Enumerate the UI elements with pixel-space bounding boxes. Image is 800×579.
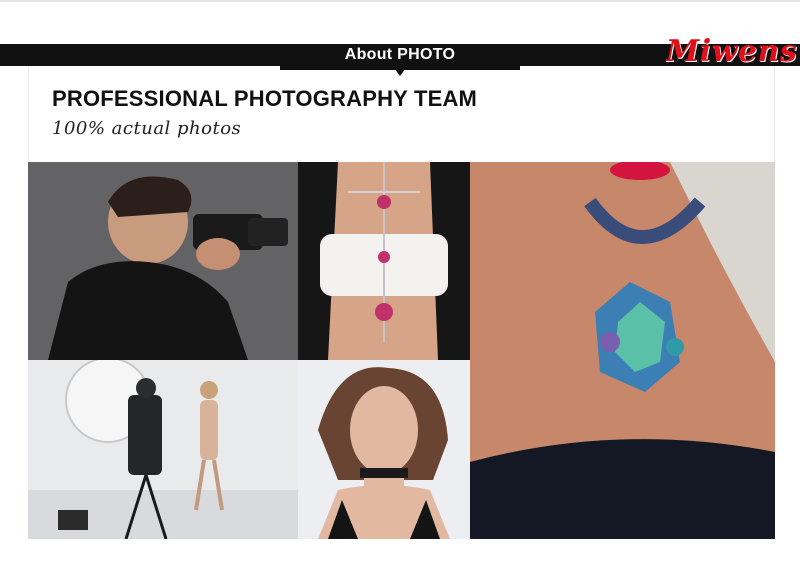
- header-tab-title: About PHOTO: [344, 46, 456, 63]
- section-subheading: 100% actual photos: [52, 118, 242, 139]
- photo-body-chain: [298, 162, 470, 360]
- top-divider: [0, 0, 800, 2]
- photo-photographer: [28, 162, 298, 360]
- header-tab: About PHOTO: [280, 44, 520, 70]
- photo-crystal-necklace: [470, 162, 775, 539]
- frame-left-border: [28, 66, 29, 162]
- header-notch-arrow: [394, 68, 406, 76]
- photo-studio-shoot: [28, 360, 298, 539]
- brand-logo: Miwens: [666, 34, 798, 69]
- frame-right-border: [774, 66, 775, 162]
- section-heading: PROFESSIONAL PHOTOGRAPHY TEAM: [52, 86, 478, 111]
- photo-model-choker: [298, 360, 470, 539]
